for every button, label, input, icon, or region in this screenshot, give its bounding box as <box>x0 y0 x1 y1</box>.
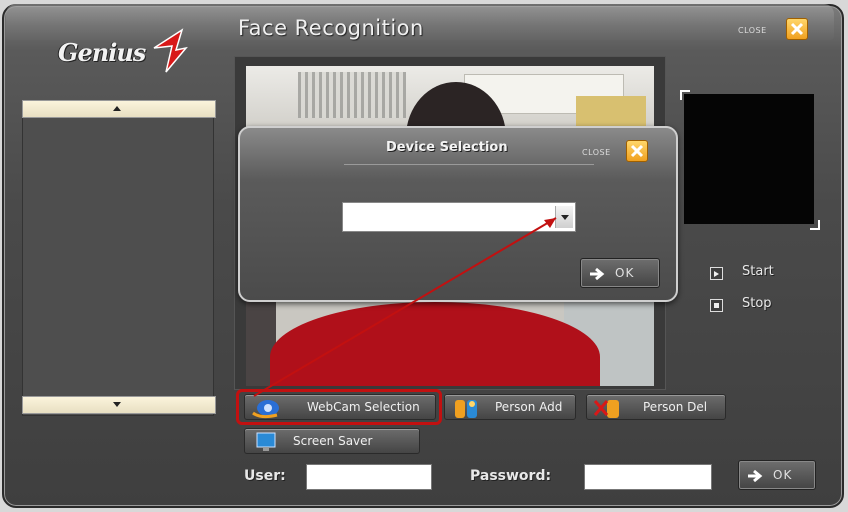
user-label: User: <box>244 468 286 484</box>
stop-icon <box>710 299 723 312</box>
scroll-up-button[interactable] <box>22 100 216 118</box>
start-button[interactable]: Start <box>710 264 790 284</box>
person-add-label: Person Add <box>495 400 563 414</box>
person-del-label: Person Del <box>643 400 708 414</box>
close-icon <box>790 22 804 36</box>
screen-saver-label: Screen Saver <box>293 434 373 448</box>
login-ok-label: OK <box>773 468 793 482</box>
dialog-ok-button[interactable]: OK <box>580 258 660 288</box>
person-add-button[interactable]: Person Add <box>444 394 576 420</box>
stop-button[interactable]: Stop <box>710 296 790 316</box>
dialog-ok-label: OK <box>615 266 635 280</box>
user-input[interactable] <box>306 464 432 490</box>
start-label: Start <box>742 264 774 279</box>
person-list[interactable] <box>22 100 214 416</box>
scroll-down-button[interactable] <box>22 396 216 414</box>
person-delete-icon <box>593 400 619 418</box>
arrow-right-icon <box>590 267 605 281</box>
face-recognition-app: Genius Face Recognition CLOSE Start Stop <box>0 0 848 512</box>
genius-logo: Genius <box>58 28 188 82</box>
dialog-divider <box>344 164 594 165</box>
login-ok-button[interactable]: OK <box>738 460 816 490</box>
logo-text: Genius <box>58 38 146 67</box>
webcam-selection-highlight <box>236 389 442 425</box>
face-preview <box>684 94 814 224</box>
password-input[interactable] <box>584 464 712 490</box>
arrow-up-icon <box>113 106 121 111</box>
device-selection-dialog: Device Selection CLOSE OK <box>238 126 678 302</box>
screen-saver-button[interactable]: Screen Saver <box>244 428 420 454</box>
screen-saver-icon <box>256 432 276 451</box>
dialog-close-button[interactable] <box>626 140 648 162</box>
person-del-button[interactable]: Person Del <box>586 394 726 420</box>
play-icon <box>710 267 723 280</box>
dialog-close-label: CLOSE <box>582 148 611 157</box>
password-label: Password: <box>470 468 552 484</box>
preview-corner-bottom-right <box>810 220 820 230</box>
arrow-right-icon <box>748 469 763 483</box>
close-button[interactable] <box>786 18 808 40</box>
arrow-down-icon <box>113 402 121 407</box>
close-icon <box>630 144 644 158</box>
close-label: CLOSE <box>738 26 767 35</box>
app-title: Face Recognition <box>238 16 424 40</box>
stop-label: Stop <box>742 296 772 311</box>
chevron-down-icon[interactable] <box>555 206 573 228</box>
logo-swoosh-icon <box>153 28 188 73</box>
device-dropdown[interactable] <box>342 202 576 232</box>
dialog-title: Device Selection <box>386 140 508 155</box>
person-add-icon <box>455 400 477 418</box>
